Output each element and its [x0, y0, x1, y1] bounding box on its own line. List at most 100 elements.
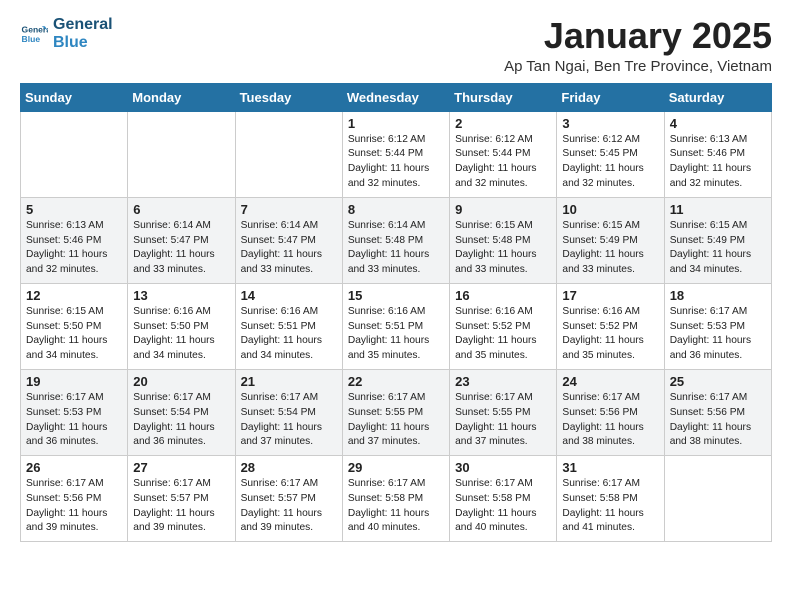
day-number: 27: [133, 460, 229, 475]
day-info: Sunrise: 6:14 AM Sunset: 5:47 PM Dayligh…: [241, 219, 337, 278]
day-number: 14: [241, 288, 337, 303]
title-block: January 2025 Ap Tan Ngai, Ben Tre Provin…: [504, 16, 772, 75]
calendar-header-row: SundayMondayTuesdayWednesdayThursdayFrid…: [21, 83, 772, 111]
calendar-cell: 31 Sunrise: 6:17 AM Sunset: 5:58 PM Dayli…: [557, 456, 664, 542]
day-info: Sunrise: 6:16 AM Sunset: 5:51 PM Dayligh…: [241, 305, 337, 364]
calendar-cell: 6 Sunrise: 6:14 AM Sunset: 5:47 PM Daylig…: [128, 197, 235, 283]
calendar-week-row: 26 Sunrise: 6:17 AM Sunset: 5:56 PM Dayli…: [21, 456, 772, 542]
calendar-week-row: 1 Sunrise: 6:12 AM Sunset: 5:44 PM Daylig…: [21, 111, 772, 197]
page-header: General Blue General Blue January 2025 A…: [20, 16, 772, 75]
day-number: 11: [670, 202, 766, 217]
calendar-table: SundayMondayTuesdayWednesdayThursdayFrid…: [20, 83, 772, 543]
day-number: 6: [133, 202, 229, 217]
day-number: 25: [670, 374, 766, 389]
calendar-cell: 20Sunrise: 6:17 AM Sunset: 5:54 PM Dayli…: [128, 369, 235, 455]
svg-text:Blue: Blue: [22, 33, 41, 43]
calendar-week-row: 5 Sunrise: 6:13 AM Sunset: 5:46 PM Daylig…: [21, 197, 772, 283]
day-info: Sunrise: 6:17 AM Sunset: 5:56 PM Dayligh…: [562, 391, 658, 450]
day-info: Sunrise: 6:17 AM Sunset: 5:54 PM Dayligh…: [241, 391, 337, 450]
day-info: Sunrise: 6:13 AM Sunset: 5:46 PM Dayligh…: [670, 133, 766, 192]
calendar-cell: 26 Sunrise: 6:17 AM Sunset: 5:56 PM Dayli…: [21, 456, 128, 542]
day-info: Sunrise: 6:12 AM Sunset: 5:44 PM Dayligh…: [348, 133, 444, 192]
calendar-cell: [128, 111, 235, 197]
day-number: 9: [455, 202, 551, 217]
day-info: Sunrise: 6:17 AM Sunset: 5:58 PM Dayligh…: [455, 477, 551, 536]
calendar-cell: 29Sunrise: 6:17 AM Sunset: 5:58 PM Dayli…: [342, 456, 449, 542]
day-number: 23: [455, 374, 551, 389]
day-info: Sunrise: 6:15 AM Sunset: 5:49 PM Dayligh…: [670, 219, 766, 278]
day-of-week-header: Thursday: [450, 83, 557, 111]
day-of-week-header: Saturday: [664, 83, 771, 111]
day-number: 10: [562, 202, 658, 217]
day-number: 21: [241, 374, 337, 389]
day-number: 3: [562, 116, 658, 131]
calendar-week-row: 19Sunrise: 6:17 AM Sunset: 5:53 PM Dayli…: [21, 369, 772, 455]
calendar-cell: 11 Sunrise: 6:15 AM Sunset: 5:49 PM Dayli…: [664, 197, 771, 283]
day-info: Sunrise: 6:17 AM Sunset: 5:56 PM Dayligh…: [26, 477, 122, 536]
calendar-cell: 15 Sunrise: 6:16 AM Sunset: 5:51 PM Dayli…: [342, 283, 449, 369]
day-of-week-header: Monday: [128, 83, 235, 111]
day-number: 7: [241, 202, 337, 217]
day-number: 12: [26, 288, 122, 303]
calendar-cell: [235, 111, 342, 197]
calendar-cell: 18 Sunrise: 6:17 AM Sunset: 5:53 PM Dayli…: [664, 283, 771, 369]
calendar-cell: 14 Sunrise: 6:16 AM Sunset: 5:51 PM Dayli…: [235, 283, 342, 369]
day-info: Sunrise: 6:17 AM Sunset: 5:58 PM Dayligh…: [348, 477, 444, 536]
calendar-cell: 24 Sunrise: 6:17 AM Sunset: 5:56 PM Dayli…: [557, 369, 664, 455]
logo-blue-text: Blue: [53, 34, 113, 52]
day-info: Sunrise: 6:17 AM Sunset: 5:56 PM Dayligh…: [670, 391, 766, 450]
day-of-week-header: Friday: [557, 83, 664, 111]
day-number: 24: [562, 374, 658, 389]
day-number: 22: [348, 374, 444, 389]
location-text: Ap Tan Ngai, Ben Tre Province, Vietnam: [504, 58, 772, 75]
calendar-cell: 25 Sunrise: 6:17 AM Sunset: 5:56 PM Dayli…: [664, 369, 771, 455]
calendar-cell: 13Sunrise: 6:16 AM Sunset: 5:50 PM Dayli…: [128, 283, 235, 369]
day-number: 5: [26, 202, 122, 217]
day-number: 19: [26, 374, 122, 389]
day-info: Sunrise: 6:16 AM Sunset: 5:51 PM Dayligh…: [348, 305, 444, 364]
calendar-cell: 19Sunrise: 6:17 AM Sunset: 5:53 PM Dayli…: [21, 369, 128, 455]
day-number: 15: [348, 288, 444, 303]
day-info: Sunrise: 6:14 AM Sunset: 5:47 PM Dayligh…: [133, 219, 229, 278]
day-number: 18: [670, 288, 766, 303]
day-info: Sunrise: 6:13 AM Sunset: 5:46 PM Dayligh…: [26, 219, 122, 278]
day-info: Sunrise: 6:12 AM Sunset: 5:45 PM Dayligh…: [562, 133, 658, 192]
day-info: Sunrise: 6:17 AM Sunset: 5:53 PM Dayligh…: [670, 305, 766, 364]
day-info: Sunrise: 6:16 AM Sunset: 5:52 PM Dayligh…: [455, 305, 551, 364]
day-number: 4: [670, 116, 766, 131]
day-info: Sunrise: 6:12 AM Sunset: 5:44 PM Dayligh…: [455, 133, 551, 192]
calendar-cell: 7 Sunrise: 6:14 AM Sunset: 5:47 PM Daylig…: [235, 197, 342, 283]
day-number: 1: [348, 116, 444, 131]
day-info: Sunrise: 6:14 AM Sunset: 5:48 PM Dayligh…: [348, 219, 444, 278]
calendar-cell: 22 Sunrise: 6:17 AM Sunset: 5:55 PM Dayli…: [342, 369, 449, 455]
calendar-cell: [664, 456, 771, 542]
calendar-cell: 21 Sunrise: 6:17 AM Sunset: 5:54 PM Dayli…: [235, 369, 342, 455]
calendar-cell: 28Sunrise: 6:17 AM Sunset: 5:57 PM Dayli…: [235, 456, 342, 542]
day-number: 26: [26, 460, 122, 475]
day-info: Sunrise: 6:16 AM Sunset: 5:50 PM Dayligh…: [133, 305, 229, 364]
calendar-cell: 4 Sunrise: 6:13 AM Sunset: 5:46 PM Daylig…: [664, 111, 771, 197]
day-info: Sunrise: 6:15 AM Sunset: 5:50 PM Dayligh…: [26, 305, 122, 364]
svg-text:General: General: [22, 24, 48, 34]
calendar-cell: [21, 111, 128, 197]
calendar-cell: 10 Sunrise: 6:15 AM Sunset: 5:49 PM Dayli…: [557, 197, 664, 283]
day-of-week-header: Wednesday: [342, 83, 449, 111]
day-info: Sunrise: 6:15 AM Sunset: 5:49 PM Dayligh…: [562, 219, 658, 278]
day-number: 16: [455, 288, 551, 303]
calendar-cell: 2Sunrise: 6:12 AM Sunset: 5:44 PM Daylig…: [450, 111, 557, 197]
day-number: 8: [348, 202, 444, 217]
day-info: Sunrise: 6:17 AM Sunset: 5:55 PM Dayligh…: [348, 391, 444, 450]
calendar-cell: 27Sunrise: 6:17 AM Sunset: 5:57 PM Dayli…: [128, 456, 235, 542]
day-info: Sunrise: 6:17 AM Sunset: 5:55 PM Dayligh…: [455, 391, 551, 450]
calendar-cell: 3 Sunrise: 6:12 AM Sunset: 5:45 PM Daylig…: [557, 111, 664, 197]
day-number: 31: [562, 460, 658, 475]
day-info: Sunrise: 6:17 AM Sunset: 5:58 PM Dayligh…: [562, 477, 658, 536]
day-number: 20: [133, 374, 229, 389]
day-of-week-header: Tuesday: [235, 83, 342, 111]
calendar-cell: 30Sunrise: 6:17 AM Sunset: 5:58 PM Dayli…: [450, 456, 557, 542]
logo-general-text: General: [53, 16, 113, 34]
calendar-cell: 16 Sunrise: 6:16 AM Sunset: 5:52 PM Dayli…: [450, 283, 557, 369]
day-of-week-header: Sunday: [21, 83, 128, 111]
calendar-week-row: 12 Sunrise: 6:15 AM Sunset: 5:50 PM Dayli…: [21, 283, 772, 369]
day-number: 17: [562, 288, 658, 303]
